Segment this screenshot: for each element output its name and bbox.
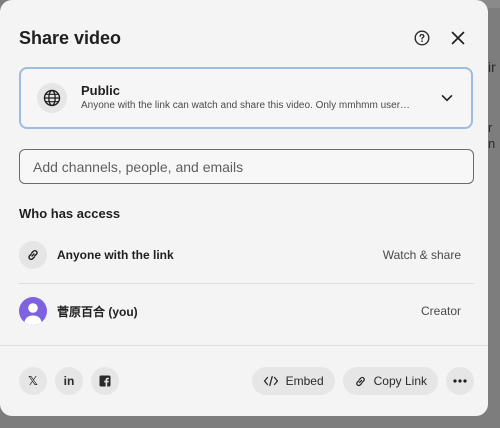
dialog-header: Share video	[19, 26, 470, 50]
globe-icon-wrap	[37, 83, 67, 113]
link-icon	[354, 375, 367, 388]
share-facebook-button[interactable]	[91, 367, 119, 395]
backdrop-text: ir	[488, 59, 496, 75]
access-label: Anyone with the link	[57, 248, 174, 262]
close-icon	[451, 31, 465, 45]
link-icon-wrap	[19, 241, 47, 269]
divider	[19, 283, 474, 284]
link-icon	[28, 250, 38, 260]
copy-link-label: Copy Link	[373, 374, 427, 388]
code-icon	[263, 375, 279, 387]
x-icon: 𝕏	[28, 374, 38, 388]
backdrop-text: n	[488, 136, 496, 151]
chevron-down-icon	[437, 88, 457, 108]
access-label: 菅原百合 (you)	[57, 304, 138, 319]
invite-input[interactable]	[19, 149, 474, 184]
access-row-user: 菅原百合 (you) Creator	[19, 296, 474, 326]
close-button[interactable]	[446, 26, 470, 50]
share-video-dialog: Share video Public Anyone with the link …	[0, 0, 488, 416]
access-role-dropdown[interactable]: Watch & share	[370, 244, 474, 266]
share-x-button[interactable]: 𝕏	[19, 367, 47, 395]
who-has-access-heading: Who has access	[19, 206, 121, 221]
access-role-label: Creator	[420, 304, 461, 318]
visibility-description: Anyone with the link can watch and share…	[81, 100, 411, 111]
more-icon	[453, 379, 467, 383]
facebook-icon	[99, 375, 111, 387]
share-linkedin-button[interactable]: in	[55, 367, 83, 395]
dialog-footer: 𝕏 in Embed Copy Link	[19, 367, 474, 395]
visibility-selector[interactable]: Public Anyone with the link can watch an…	[19, 67, 473, 129]
person-icon	[24, 303, 42, 325]
embed-button[interactable]: Embed	[251, 367, 335, 395]
avatar	[19, 297, 47, 325]
visibility-text: Public Anyone with the link can watch an…	[81, 83, 425, 113]
footer-divider	[0, 345, 488, 346]
globe-icon	[43, 89, 61, 107]
embed-label: Embed	[285, 374, 324, 388]
dialog-title: Share video	[19, 27, 122, 48]
help-circle-icon	[414, 30, 430, 46]
backdrop-text: r	[488, 120, 493, 135]
copy-link-button[interactable]: Copy Link	[342, 367, 438, 395]
more-options-button[interactable]	[446, 367, 474, 395]
visibility-title: Public	[81, 83, 121, 98]
access-row-link: Anyone with the link Watch & share	[19, 240, 474, 270]
linkedin-icon: in	[63, 374, 75, 388]
help-button[interactable]	[410, 26, 434, 50]
